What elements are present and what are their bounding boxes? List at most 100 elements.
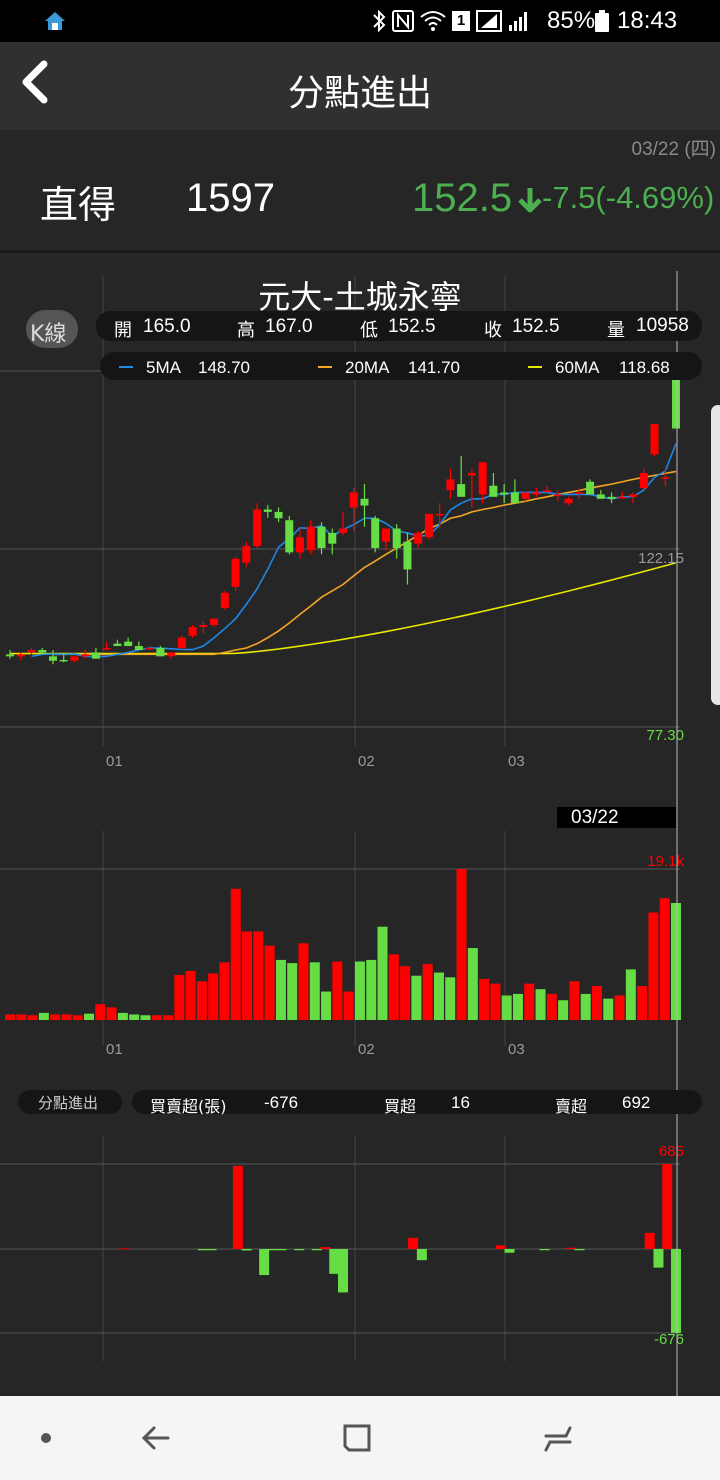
candle-body: [296, 537, 305, 553]
month-label: 01: [106, 1041, 123, 1058]
candle-body: [220, 592, 229, 608]
candle-body: [306, 526, 315, 551]
volume-bar: [411, 975, 422, 1020]
price-tick-bottom: 77.30: [646, 727, 684, 744]
volume-bar: [445, 977, 456, 1020]
volume-bar: [140, 1015, 151, 1020]
app-header: 分點進出: [0, 42, 720, 130]
ma20-label: 20MA: [345, 358, 390, 377]
quote-date: 03/22 (四): [631, 139, 716, 160]
ma20-value: 141.70: [408, 358, 460, 377]
volume-bar: [321, 991, 332, 1020]
candle-body: [672, 378, 680, 429]
quote-panel: 03/22 (四) 直得 1597 152.5 -7.5(-4.69%): [0, 130, 720, 253]
sell-value: 692: [622, 1093, 651, 1112]
candle-body: [349, 492, 358, 508]
cursor-date: 03/22: [571, 807, 619, 828]
page-title: 分點進出: [287, 73, 432, 114]
dot-icon[interactable]: [24, 1416, 68, 1460]
flow-bar: [329, 1249, 340, 1274]
volume-bar: [208, 973, 219, 1020]
close-value: 152.5: [512, 316, 560, 337]
flow-bar: [408, 1237, 419, 1249]
volume-bar: [38, 1012, 49, 1020]
candle-body: [532, 492, 541, 495]
candle-body: [6, 654, 14, 657]
candle-body: [371, 518, 380, 549]
volume-bar: [501, 995, 512, 1020]
ma5-line: [31, 443, 677, 658]
flow-bar: [574, 1249, 585, 1251]
stock-name: 直得: [40, 183, 117, 227]
volume-bar: [512, 993, 523, 1020]
candle-body: [70, 656, 79, 661]
volume-max-label: 19.1k: [647, 853, 684, 870]
switch-icon[interactable]: [536, 1416, 580, 1460]
candle-body: [48, 656, 57, 661]
system-nav-bar: [0, 1396, 720, 1480]
volume-bar: [377, 926, 388, 1020]
flow-tick-top: 685: [659, 1143, 684, 1160]
flow-bar: [662, 1164, 673, 1249]
volume-bar: [95, 1004, 106, 1020]
candle-body: [274, 511, 283, 519]
candle-body: [263, 509, 272, 512]
volume-bar: [16, 1014, 27, 1020]
ma5-value: 148.70: [198, 358, 250, 377]
high-label: 高: [237, 320, 255, 341]
price-change: -7.5(-4.69%): [542, 180, 715, 215]
open-value: 165.0: [143, 316, 191, 337]
volume-bar: [569, 981, 580, 1020]
candle-body: [124, 641, 133, 647]
candle-body: [134, 646, 143, 651]
flow-bar: [416, 1249, 427, 1261]
volume-bar: [219, 962, 230, 1020]
candle-body: [403, 541, 412, 570]
candle-body: [607, 496, 616, 499]
volume-bar: [490, 983, 501, 1020]
volume-bar: [253, 931, 264, 1020]
ma60-line: [10, 562, 677, 655]
buy-value: 16: [451, 1093, 470, 1112]
volume-bar: [625, 969, 636, 1020]
home-icon: [45, 12, 65, 30]
signal-icon-1: [476, 10, 502, 32]
volume-bar: [558, 1000, 569, 1020]
candle-body: [16, 654, 25, 657]
volume-bar: [196, 981, 207, 1020]
candle-body: [167, 652, 176, 657]
volume-bar: [659, 898, 670, 1020]
chart-area[interactable]: 167.00122.1577.3001020319.1k010203685-67…: [0, 256, 720, 1396]
volume-bar: [242, 931, 253, 1020]
flow-bar: [294, 1249, 305, 1251]
flow-tick-bottom: -676: [654, 1331, 684, 1348]
volume-bar: [309, 962, 320, 1020]
volume-bar: [27, 1015, 38, 1020]
flow-bar: [232, 1165, 243, 1249]
back-nav-icon[interactable]: [134, 1416, 178, 1460]
candle-body: [59, 659, 68, 662]
candle-body: [253, 509, 262, 547]
candle-body: [639, 472, 648, 489]
volume-bar: [343, 991, 354, 1020]
candle-body: [446, 479, 455, 491]
volume-bar: [366, 959, 377, 1020]
candle-body: [553, 494, 562, 496]
candle-body: [500, 492, 509, 495]
volume-bar: [84, 1013, 95, 1020]
volume-bar: [648, 912, 659, 1020]
volume-bar: [50, 1014, 61, 1020]
side-scroll-handle[interactable]: [711, 405, 720, 705]
volume-bar: [287, 963, 298, 1020]
flow-bar: [311, 1249, 322, 1251]
volume-bar: [230, 888, 241, 1020]
ma60-swatch: [528, 366, 542, 368]
volume-bar: [614, 995, 625, 1020]
candle-body: [381, 528, 390, 542]
volume-bar: [422, 963, 433, 1020]
month-label: 03: [508, 1041, 525, 1058]
ma60-value: 118.68: [619, 358, 670, 377]
volume-bar: [275, 959, 286, 1020]
flow-bar: [320, 1247, 331, 1249]
recent-apps-icon[interactable]: [335, 1416, 379, 1460]
